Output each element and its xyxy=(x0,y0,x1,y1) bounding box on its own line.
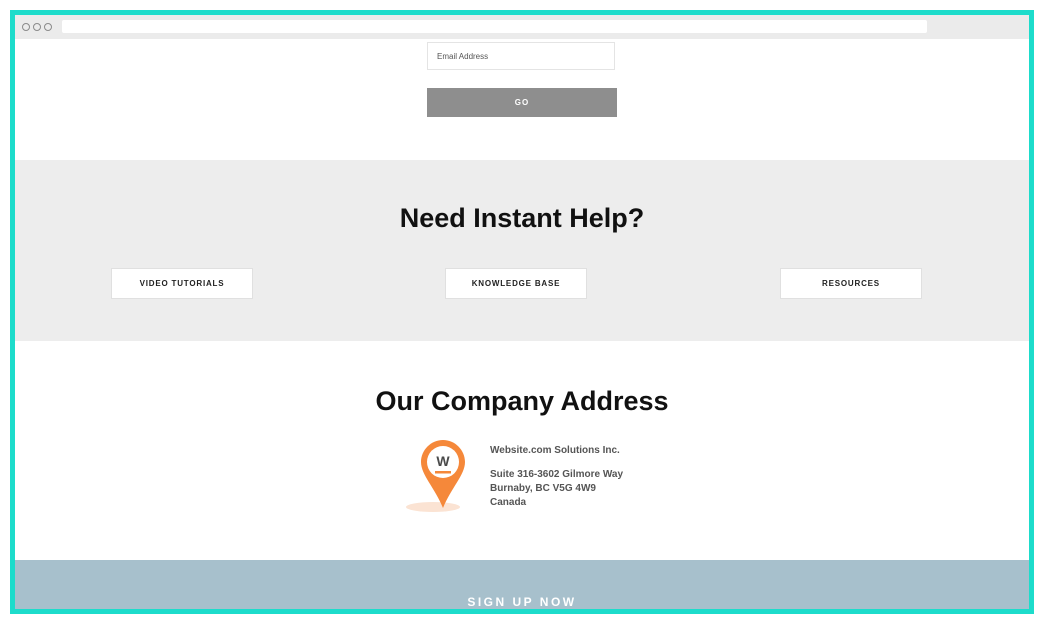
help-title: Need Instant Help? xyxy=(399,203,645,233)
address-line-1: Suite 316-3602 Gilmore Way xyxy=(490,469,624,480)
go-button[interactable]: GO xyxy=(427,88,617,117)
pin-logo-underline xyxy=(435,471,451,474)
video-tutorials-button[interactable]: VIDEO TUTORIALS xyxy=(111,268,253,299)
browser-toolbar xyxy=(15,15,1029,39)
company-name: Website.com Solutions Inc. xyxy=(490,445,620,456)
browser-window: GO Need Instant Help? VIDEO TUTORIALS KN… xyxy=(15,15,1029,609)
pin-logo-letter: W xyxy=(436,453,450,469)
window-close-dot[interactable] xyxy=(22,23,30,31)
signup-footer: SIGN UP NOW xyxy=(15,560,1029,609)
screenshot-frame: GO Need Instant Help? VIDEO TUTORIALS KN… xyxy=(10,10,1034,614)
window-maximize-dot[interactable] xyxy=(44,23,52,31)
address-title: Our Company Address xyxy=(375,386,669,416)
address-line-3: Canada xyxy=(490,497,527,508)
address-line-2: Burnaby, BC V5G 4W9 xyxy=(490,483,596,494)
knowledge-base-button[interactable]: KNOWLEDGE BASE xyxy=(445,268,587,299)
email-input[interactable] xyxy=(427,42,615,70)
signup-link[interactable]: SIGN UP NOW xyxy=(15,595,1029,609)
pin-shadow xyxy=(406,502,460,512)
location-pin-icon: W xyxy=(406,440,465,512)
window-minimize-dot[interactable] xyxy=(33,23,41,31)
resources-button[interactable]: RESOURCES xyxy=(780,268,922,299)
address-bar[interactable] xyxy=(62,20,927,33)
instant-help-section: Need Instant Help? VIDEO TUTORIALS KNOWL… xyxy=(15,160,1029,341)
